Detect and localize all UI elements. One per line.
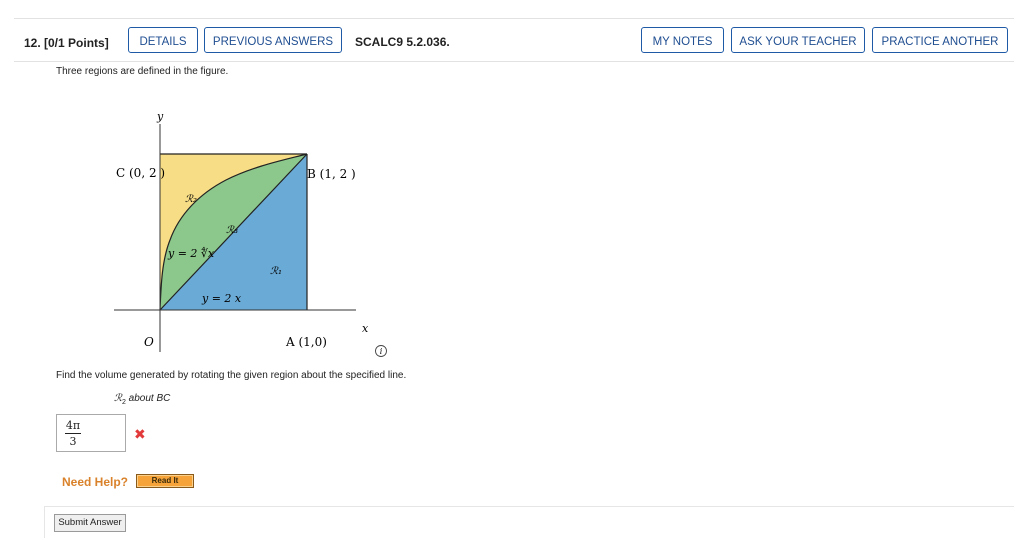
practice-another-button[interactable]: PRACTICE ANOTHER: [872, 27, 1008, 53]
point-c-label: C (0, 2 ): [116, 166, 165, 180]
info-glyph: i: [380, 347, 383, 356]
ask-teacher-button[interactable]: ASK YOUR TEACHER: [731, 27, 865, 53]
answer-fraction: 4π 3: [65, 419, 81, 448]
ask-teacher-label: ASK YOUR TEACHER: [739, 36, 857, 48]
region-about-text: about BC: [128, 393, 171, 404]
curve-label: y = 2 ∜x: [167, 246, 215, 260]
submit-answer-button[interactable]: Submit Answer: [54, 514, 126, 532]
read-it-button[interactable]: Read It: [136, 474, 194, 488]
point-a-label: A (1,0): [285, 335, 327, 349]
practice-another-label: PRACTICE ANOTHER: [881, 36, 999, 48]
question-panel: 12. [0/1 Points] DETAILS PREVIOUS ANSWER…: [14, 18, 1014, 538]
answer-numerator: 4π: [65, 419, 81, 432]
footer-divider: [44, 506, 1014, 507]
region-r2-label: ℛ₂: [185, 194, 197, 205]
previous-answers-button[interactable]: PREVIOUS ANSWERS: [204, 27, 342, 53]
need-help-label: Need Help?: [62, 475, 129, 489]
instruction-text: Find the volume generated by rotating th…: [56, 370, 407, 381]
point-b-label: B (1, 2 ): [307, 167, 356, 181]
intro-text: Three regions are defined in the figure.: [56, 66, 229, 77]
question-number-points: 12. [0/1 Points]: [24, 36, 109, 50]
details-label: DETAILS: [139, 36, 187, 48]
region-prompt: ℛ2 about BC: [114, 393, 170, 406]
axis-y-label: y: [156, 110, 164, 123]
region-subscript: 2: [121, 399, 126, 406]
fraction-bar: [65, 433, 81, 434]
details-button[interactable]: DETAILS: [128, 27, 198, 53]
region-figure: y x O C (0, 2 ) B (1, 2 ) A (1,0) ℛ₂ ℛ₃ …: [114, 110, 369, 352]
info-icon-button[interactable]: i: [374, 344, 388, 358]
my-notes-label: MY NOTES: [652, 36, 713, 48]
previous-answers-label: PREVIOUS ANSWERS: [212, 36, 334, 48]
answer-denominator: 3: [69, 435, 77, 448]
origin-label: O: [144, 335, 154, 349]
problem-code: SCALC9 5.2.036.: [355, 35, 450, 49]
incorrect-icon: ✖: [134, 426, 146, 442]
footer-left-border: [44, 506, 45, 538]
my-notes-button[interactable]: MY NOTES: [641, 27, 724, 53]
question-header: 12. [0/1 Points] DETAILS PREVIOUS ANSWER…: [14, 18, 1014, 62]
region-r3-label: ℛ₃: [226, 225, 238, 236]
answer-input[interactable]: 4π 3: [56, 414, 126, 452]
line-label: y = 2 x: [201, 292, 242, 305]
region-symbol: ℛ: [114, 393, 122, 404]
axis-x-label: x: [362, 322, 369, 335]
region-r1-label: ℛ₁: [270, 266, 282, 277]
